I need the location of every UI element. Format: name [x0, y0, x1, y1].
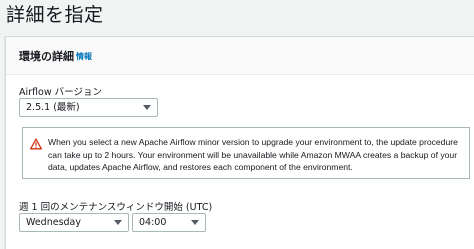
airflow-version-value: 2.5.1 (最新)	[26, 102, 80, 113]
environment-details-panel: 環境の詳細 情報 Airflow バージョン 2.5.1 (最新) When y…	[5, 36, 474, 249]
maintenance-day-value: Wednesday	[26, 217, 82, 228]
page-title: 詳細を指定	[6, 4, 104, 26]
chevron-down-icon	[191, 220, 199, 225]
upgrade-warning-alert: When you select a new Apache Airflow min…	[22, 127, 470, 179]
panel-header: 環境の詳細 情報	[6, 37, 474, 75]
panel-title: 環境の詳細	[19, 50, 74, 63]
airflow-version-label: Airflow バージョン	[19, 87, 102, 98]
airflow-version-select[interactable]: 2.5.1 (最新)	[19, 98, 158, 117]
maintenance-day-select[interactable]: Wednesday	[19, 213, 129, 232]
maintenance-window-label: 週 1 回のメンテナンスウィンドウ開始 (UTC)	[19, 202, 213, 213]
info-link[interactable]: 情報	[76, 51, 92, 62]
maintenance-time-select[interactable]: 04:00	[132, 213, 206, 232]
maintenance-time-value: 04:00	[139, 217, 167, 228]
warning-icon	[30, 138, 42, 150]
chevron-down-icon	[114, 220, 122, 225]
alert-message: When you select a new Apache Airflow min…	[48, 137, 458, 172]
chevron-down-icon	[143, 105, 151, 110]
